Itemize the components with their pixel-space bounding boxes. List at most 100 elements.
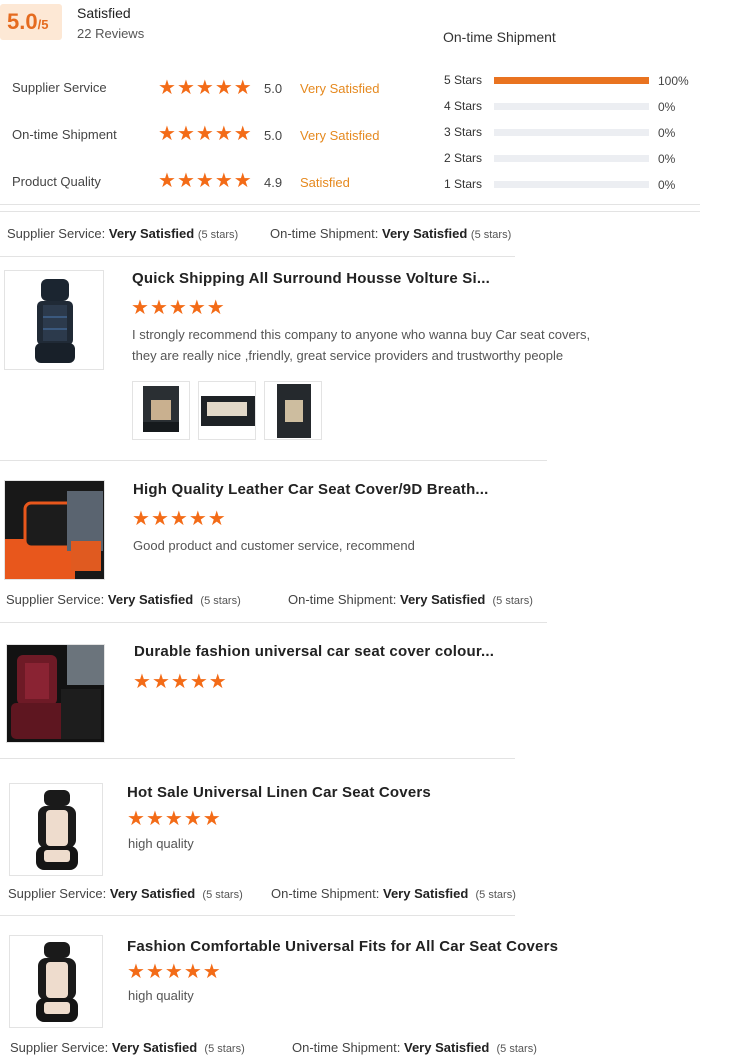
review-product-title[interactable]: Durable fashion universal car seat cover… (134, 643, 494, 660)
star-icon: ★ (176, 123, 195, 145)
star-icon: ★ (169, 508, 188, 530)
metric-score: 4.9 (264, 175, 283, 190)
summary-supplier-service: Supplier Service: Very Satisfied (5 star… (6, 592, 241, 607)
review-text: high quality (128, 836, 194, 851)
star-icon: ★ (233, 170, 252, 192)
review-stars: ★ ★ ★ ★ ★ (132, 509, 226, 529)
metric-label-supplier-service: Supplier Service (12, 80, 107, 95)
star-icon: ★ (195, 123, 214, 145)
star-icon: ★ (183, 808, 202, 830)
dist-bar-fill (494, 77, 649, 84)
metric-stars: ★ ★ ★ ★ ★ (158, 124, 252, 144)
review-stars: ★ ★ ★ ★ ★ (127, 962, 221, 982)
review-product-title[interactable]: Fashion Comfortable Universal Fits for A… (127, 938, 558, 955)
distribution-title: On-time Shipment (443, 29, 556, 45)
product-thumbnail[interactable] (4, 270, 104, 370)
star-icon: ★ (150, 508, 169, 530)
metric-rating: Satisfied (300, 175, 350, 190)
dist-bar (494, 77, 649, 84)
overall-rating-label: Satisfied (77, 5, 131, 21)
star-icon: ★ (233, 77, 252, 99)
review-count: 22 Reviews (77, 26, 145, 41)
star-icon: ★ (127, 961, 145, 983)
review-photo[interactable] (198, 381, 256, 440)
summary-on-time-shipment: On-time Shipment: Very Satisfied (5 star… (292, 1040, 537, 1055)
dist-label: 4 Stars (444, 99, 483, 113)
review-product-title[interactable]: High Quality Leather Car Seat Cover/9D B… (133, 481, 489, 498)
star-icon: ★ (187, 297, 206, 319)
review-text: high quality (128, 988, 194, 1003)
star-icon: ★ (158, 170, 176, 192)
summary-supplier-service: Supplier Service: Very Satisfied (5 star… (10, 1040, 245, 1055)
review-photo[interactable] (132, 381, 190, 440)
metric-score: 5.0 (264, 81, 283, 96)
divider (0, 622, 547, 623)
star-icon: ★ (195, 77, 214, 99)
star-icon: ★ (208, 671, 227, 693)
metric-label-product-quality: Product Quality (12, 174, 101, 189)
star-icon: ★ (158, 77, 176, 99)
metric-label-on-time-shipment: On-time Shipment (12, 127, 117, 142)
star-icon: ★ (233, 123, 252, 145)
star-icon: ★ (214, 77, 233, 99)
review-product-title[interactable]: Quick Shipping All Surround Housse Voltu… (132, 270, 490, 287)
star-icon: ★ (189, 671, 208, 693)
divider (0, 915, 515, 916)
review-stars: ★ ★ ★ ★ ★ (133, 672, 227, 692)
dist-label: 5 Stars (444, 73, 483, 87)
star-icon: ★ (164, 961, 183, 983)
overall-score: 5.0/5 (7, 9, 49, 34)
metric-stars: ★ ★ ★ ★ ★ (158, 171, 252, 191)
star-icon: ★ (207, 508, 226, 530)
summary-on-time-shipment: On-time Shipment: Very Satisfied (5 star… (270, 226, 512, 241)
dist-bar (494, 103, 649, 110)
star-icon: ★ (183, 961, 202, 983)
review-stars: ★ ★ ★ ★ ★ (127, 809, 221, 829)
star-icon: ★ (151, 671, 170, 693)
star-icon: ★ (214, 123, 233, 145)
product-thumbnail[interactable] (4, 480, 105, 580)
divider (0, 256, 515, 257)
divider (0, 758, 515, 759)
dist-percent: 0% (658, 152, 676, 166)
divider (0, 460, 547, 461)
dist-bar (494, 129, 649, 136)
summary-on-time-shipment: On-time Shipment: Very Satisfied (5 star… (288, 592, 533, 607)
dist-percent: 100% (658, 74, 689, 88)
star-icon: ★ (164, 808, 183, 830)
dist-label: 2 Stars (444, 151, 483, 165)
star-icon: ★ (202, 961, 221, 983)
star-icon: ★ (168, 297, 187, 319)
summary-on-time-shipment: On-time Shipment: Very Satisfied (5 star… (271, 886, 516, 901)
star-icon: ★ (133, 671, 151, 693)
star-icon: ★ (188, 508, 207, 530)
summary-supplier-service: Supplier Service: Very Satisfied (5 star… (8, 886, 243, 901)
dist-percent: 0% (658, 178, 676, 192)
dist-bar (494, 155, 649, 162)
metric-rating: Very Satisfied (300, 128, 380, 143)
review-stars: ★ ★ ★ ★ ★ (131, 298, 225, 318)
star-icon: ★ (149, 297, 168, 319)
star-icon: ★ (127, 808, 145, 830)
star-icon: ★ (145, 808, 164, 830)
metric-score: 5.0 (264, 128, 283, 143)
dist-label: 1 Stars (444, 177, 483, 191)
dist-percent: 0% (658, 126, 676, 140)
star-icon: ★ (214, 170, 233, 192)
star-icon: ★ (195, 170, 214, 192)
product-thumbnail[interactable] (9, 935, 103, 1028)
star-icon: ★ (206, 297, 225, 319)
review-text: I strongly recommend this company to any… (132, 327, 591, 363)
product-thumbnail[interactable] (6, 644, 105, 743)
metric-rating: Very Satisfied (300, 81, 380, 96)
review-photo[interactable] (264, 381, 322, 440)
dist-bar (494, 181, 649, 188)
dist-percent: 0% (658, 100, 676, 114)
divider (0, 204, 700, 205)
product-thumbnail[interactable] (9, 783, 103, 876)
review-text: Good product and customer service, recom… (133, 538, 415, 553)
star-icon: ★ (176, 77, 195, 99)
star-icon: ★ (170, 671, 189, 693)
star-icon: ★ (131, 297, 149, 319)
review-product-title[interactable]: Hot Sale Universal Linen Car Seat Covers (127, 784, 431, 801)
